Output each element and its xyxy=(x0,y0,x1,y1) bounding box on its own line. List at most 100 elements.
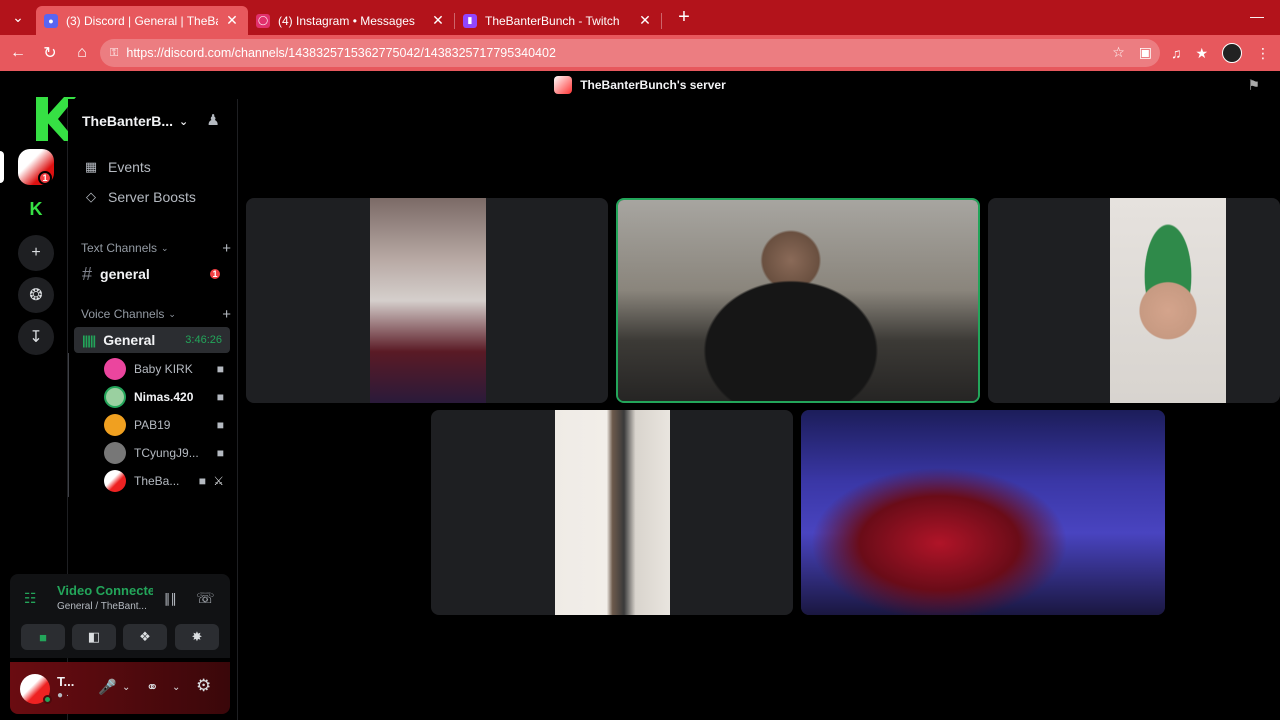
browser-tab-bar: ⌄ ● (3) Discord | General | TheBan ✕ ◯ (… xyxy=(0,0,1280,35)
avatar xyxy=(104,470,126,492)
video-tile[interactable] xyxy=(246,198,608,403)
channel-general-text[interactable]: # general 1 xyxy=(74,261,230,287)
category-label: Voice Channels xyxy=(81,307,165,321)
chevron-down-icon[interactable]: ⌄ xyxy=(122,682,130,693)
invite-user-icon[interactable]: ♟ xyxy=(207,111,220,129)
server-header[interactable]: TheBanterB... ⌄ ♟ xyxy=(68,99,238,143)
url-text: https://discord.com/channels/14383257153… xyxy=(126,46,556,60)
sidebar-item-events[interactable]: ▦ Events xyxy=(82,159,151,175)
video-feed xyxy=(618,200,978,401)
tab-discord[interactable]: ● (3) Discord | General | TheBan ✕ xyxy=(36,6,248,35)
channel-general-voice[interactable]: ||||| General 3:46:26 xyxy=(74,327,230,353)
add-channel-plus-icon[interactable]: + xyxy=(222,306,231,323)
user-status: ● · xyxy=(57,690,70,701)
avatar xyxy=(104,414,126,436)
voice-user[interactable]: Baby KIRK ■ xyxy=(104,356,224,382)
chevron-down-icon: ⌄ xyxy=(168,308,176,319)
video-camera-icon: ■ xyxy=(216,390,224,404)
url-bar[interactable]: ⚿ https://discord.com/channels/143832571… xyxy=(100,39,1160,67)
voice-user[interactable]: PAB19 ■ xyxy=(104,412,224,438)
crossed-swords-icon: ⚔ xyxy=(213,474,224,488)
noise-suppression-icon[interactable]: ∥∥ xyxy=(164,591,177,607)
close-icon[interactable]: ✕ xyxy=(637,12,653,29)
k2-logo-icon: K xyxy=(29,198,43,219)
calendar-icon: ▦ xyxy=(84,159,98,174)
headphones-icon[interactable]: ⚭ xyxy=(146,678,159,696)
avatar xyxy=(104,442,126,464)
video-camera-icon: ■ xyxy=(216,418,224,432)
screen-share-button[interactable]: ◧ xyxy=(72,624,116,650)
server-title: TheBanterBunch's server xyxy=(580,78,726,92)
video-tile[interactable] xyxy=(988,198,1280,403)
music-icon[interactable]: ♫ xyxy=(1171,45,1182,61)
add-server-plus-icon[interactable]: + xyxy=(18,235,54,271)
add-channel-plus-icon[interactable]: + xyxy=(222,240,231,257)
voice-user-name: PAB19 xyxy=(134,418,171,432)
discord-favicon-icon: ● xyxy=(44,13,58,28)
avatar xyxy=(104,358,126,380)
back-arrow-icon[interactable]: ← xyxy=(2,37,34,69)
close-icon[interactable]: ✕ xyxy=(430,12,446,29)
voice-user[interactable]: Nimas.420 ■ xyxy=(104,384,224,410)
disconnect-phone-icon[interactable]: ☏ xyxy=(196,589,215,607)
user-name: T... xyxy=(57,674,75,689)
activities-button[interactable]: ❖ xyxy=(123,624,167,650)
voice-user-name: TCyungJ9... xyxy=(134,446,199,460)
tab-instagram[interactable]: ◯ (4) Instagram • Messages ✕ xyxy=(248,6,454,35)
camera-toggle-button[interactable]: ■ xyxy=(21,624,65,650)
sidebar-item-boosts[interactable]: ◇ Server Boosts xyxy=(82,189,196,205)
video-tile[interactable] xyxy=(431,410,793,615)
tab-search-icon[interactable]: ⌄ xyxy=(0,0,36,35)
close-icon[interactable]: ✕ xyxy=(224,12,240,29)
thread-line xyxy=(68,353,69,497)
hash-icon: # xyxy=(82,263,93,284)
favorites-icon[interactable]: ★ xyxy=(1195,45,1208,62)
minimize-icon[interactable]: — xyxy=(1250,8,1264,24)
video-tile-speaking[interactable] xyxy=(616,198,980,403)
new-tab-plus-icon[interactable]: + xyxy=(672,6,696,29)
voice-channel-link[interactable]: General / TheBant... xyxy=(57,601,147,612)
soundboard-button[interactable]: ✸ xyxy=(175,624,219,650)
video-camera-icon: ■ xyxy=(216,446,224,460)
sidebar-item-label: Events xyxy=(108,159,151,175)
chevron-down-icon[interactable]: ⌄ xyxy=(172,682,180,693)
server-k2[interactable]: K xyxy=(18,191,54,227)
refresh-icon[interactable]: ↻ xyxy=(34,37,66,69)
chevron-down-icon: ⌄ xyxy=(161,242,169,253)
category-text-channels[interactable]: Text Channels ⌄ + xyxy=(81,240,231,257)
video-feed xyxy=(1110,198,1226,403)
home-icon[interactable]: ⌂ xyxy=(66,37,98,69)
server-name: TheBanterB... xyxy=(82,113,174,129)
discord-title-bar: TheBanterBunch's server ⚑ xyxy=(0,71,1280,99)
download-icon[interactable]: ↧ xyxy=(18,319,54,355)
lock-icon: ⚿ xyxy=(110,46,119,59)
boost-shield-icon: ◇ xyxy=(86,189,96,204)
gear-icon[interactable]: ⚙ xyxy=(196,676,211,696)
profile-avatar[interactable] xyxy=(1222,43,1242,63)
selected-pill xyxy=(0,151,4,183)
video-feed xyxy=(555,410,670,615)
voice-user[interactable]: TCyungJ9... ■ xyxy=(104,440,224,466)
tab-twitch[interactable]: ▮ TheBanterBunch - Twitch ✕ xyxy=(455,6,661,35)
camera-icon[interactable]: ▣ xyxy=(1139,44,1152,61)
category-voice-channels[interactable]: Voice Channels ⌄ + xyxy=(81,306,231,323)
video-camera-icon: ■ xyxy=(39,629,47,645)
voice-timer: 3:46:26 xyxy=(185,334,222,346)
microphone-icon[interactable]: 🎤 xyxy=(98,678,117,696)
favorite-star-icon[interactable]: ☆ xyxy=(1112,44,1125,61)
inbox-icon[interactable]: ⚑ xyxy=(1247,77,1260,94)
chevron-down-icon: ⌄ xyxy=(179,115,189,128)
server-badge: 1 xyxy=(38,171,52,185)
signal-icon[interactable]: ☷ xyxy=(24,590,37,607)
voice-connection-panel: ☷ Video Connected General / TheBant... ∥… xyxy=(10,574,230,658)
voice-user-name: TheBa... xyxy=(134,474,180,488)
video-tile[interactable] xyxy=(801,410,1165,615)
voice-user[interactable]: TheBa... ■ ⚔ xyxy=(104,468,224,494)
online-status-icon xyxy=(43,695,52,704)
discover-compass-icon[interactable]: ❂ xyxy=(18,277,54,313)
video-camera-icon: ■ xyxy=(216,362,224,376)
more-menu-icon[interactable]: ⋮ xyxy=(1256,45,1270,62)
server-icon xyxy=(554,76,573,94)
video-camera-icon: ■ xyxy=(198,474,206,488)
voice-user-name: Baby KIRK xyxy=(134,362,193,376)
